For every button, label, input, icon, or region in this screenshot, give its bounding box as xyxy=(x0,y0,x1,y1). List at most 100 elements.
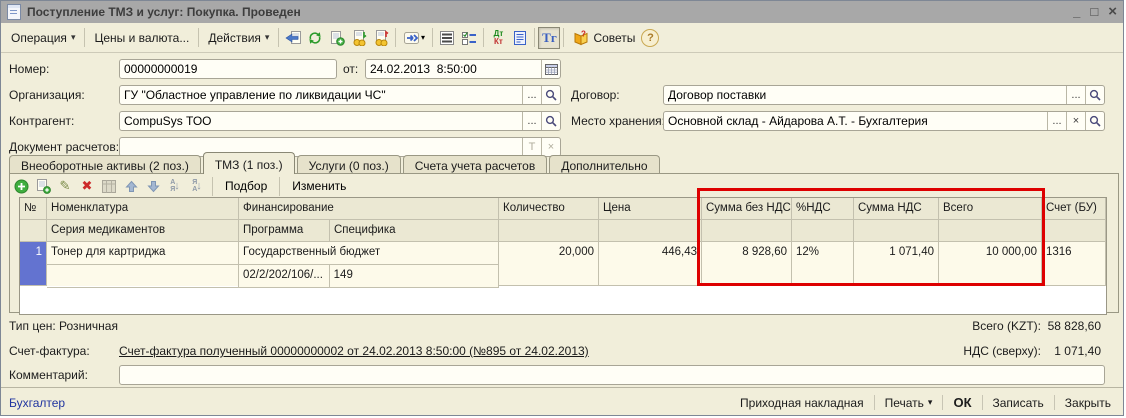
tab-noncurrent-assets[interactable]: Внеоборотные активы (2 поз.) xyxy=(9,155,201,174)
sort-ascending-icon[interactable]: АЯ↓ xyxy=(165,176,185,196)
col-financing[interactable]: Финансирование xyxy=(239,198,499,220)
col-sum-no-vat[interactable]: Сумма без НДС xyxy=(702,198,792,220)
move-up-icon[interactable] xyxy=(121,176,141,196)
vat-sum-cell[interactable]: 1 071,40 xyxy=(854,242,939,286)
reread-doc-icon[interactable] xyxy=(282,27,304,49)
list-settings-icon[interactable] xyxy=(458,27,480,49)
col-nomenclature[interactable]: Номенклатура xyxy=(47,198,239,220)
minimize-button[interactable]: _ xyxy=(1073,3,1080,21)
col-vat-sum[interactable]: Сумма НДС xyxy=(854,198,939,220)
magnifier-icon[interactable] xyxy=(1085,86,1104,104)
prices-currency-button[interactable]: Цены и валюта... xyxy=(88,28,195,48)
delete-row-icon[interactable]: ✖ xyxy=(77,176,97,196)
toolbar-separator xyxy=(563,28,564,47)
specifics-cell[interactable]: 149 xyxy=(330,265,498,287)
comment-input[interactable] xyxy=(120,366,1104,384)
unpost-doc-icon[interactable] xyxy=(370,27,392,49)
choose-button[interactable]: ... xyxy=(522,86,541,104)
close-icon[interactable]: × xyxy=(1108,3,1117,21)
edit-row-icon[interactable]: ✎ xyxy=(55,176,75,196)
tab-services[interactable]: Услуги (0 поз.) xyxy=(297,155,401,174)
col-total[interactable]: Всего xyxy=(939,198,1042,220)
table-empty-area[interactable] xyxy=(20,288,1106,315)
organization-field: ... xyxy=(119,85,561,105)
quantity-cell[interactable]: 20,000 xyxy=(499,242,599,286)
vat-pct-cell[interactable]: 12% xyxy=(792,242,854,286)
end-edit-icon[interactable] xyxy=(99,176,119,196)
col-num[interactable]: № xyxy=(20,198,47,220)
row-number-cell[interactable]: 1 xyxy=(20,242,47,286)
nomenclature-cell[interactable]: Тонер для картриджа xyxy=(47,242,238,264)
toolbar-separator xyxy=(534,28,535,47)
magnifier-icon[interactable] xyxy=(541,86,560,104)
move-down-icon[interactable] xyxy=(143,176,163,196)
date-field xyxy=(365,59,561,79)
magnifier-icon[interactable] xyxy=(541,112,560,130)
statusbar: Бухгалтер Приходная накладная Печать▾ ОК… xyxy=(1,388,1123,417)
comment-field xyxy=(119,365,1105,385)
date-input[interactable] xyxy=(366,60,541,78)
save-button[interactable]: Записать xyxy=(989,393,1048,413)
help-circle-icon[interactable]: ? xyxy=(641,29,659,47)
change-button[interactable]: Изменить xyxy=(285,177,353,195)
add-row-icon[interactable] xyxy=(11,176,31,196)
statusbar-separator xyxy=(982,395,983,410)
contractor-label: Контрагент: xyxy=(9,111,74,131)
maximize-button[interactable]: □ xyxy=(1090,3,1098,21)
close-button[interactable]: Закрыть xyxy=(1061,393,1115,413)
rows-list-icon[interactable] xyxy=(436,27,458,49)
organization-input[interactable] xyxy=(120,86,522,104)
post-doc-icon[interactable] xyxy=(348,27,370,49)
col-price[interactable]: Цена xyxy=(599,198,702,220)
col-program[interactable]: Программа xyxy=(239,220,330,242)
col-account[interactable]: Счет (БУ) xyxy=(1042,198,1106,220)
col-quantity[interactable]: Количество xyxy=(499,198,599,220)
account-cell[interactable]: 1316 xyxy=(1042,242,1106,286)
pick-button[interactable]: Подбор xyxy=(218,177,274,195)
clear-button[interactable]: × xyxy=(1066,112,1085,130)
col-vat-pct[interactable]: %НДС xyxy=(792,198,854,220)
choose-button[interactable]: ... xyxy=(1066,86,1085,104)
magnifier-icon[interactable] xyxy=(1085,112,1104,130)
chevron-down-icon: ▾ xyxy=(71,32,76,43)
col-series[interactable]: Серия медикаментов xyxy=(47,220,239,242)
operation-menu-button[interactable]: Операция ▾ xyxy=(5,28,81,48)
financing-cell[interactable]: Государственный бюджет xyxy=(239,242,498,264)
refresh-icon[interactable] xyxy=(304,27,326,49)
total-cell[interactable]: 10 000,00 xyxy=(939,242,1042,286)
copy-doc-icon[interactable] xyxy=(326,27,348,49)
advice-button[interactable]: ? Советы xyxy=(567,27,641,49)
calendar-icon[interactable] xyxy=(541,60,560,78)
table-row[interactable]: 1 Тонер для картриджа Государственный бю… xyxy=(20,242,1106,288)
document-window: Поступление ТМЗ и услуг: Покупка. Провед… xyxy=(0,0,1124,416)
warehouse-input[interactable] xyxy=(664,112,1047,130)
choose-button[interactable]: ... xyxy=(1047,112,1066,130)
tab-additional[interactable]: Дополнительно xyxy=(549,155,659,174)
actions-menu-button[interactable]: Действия▾ xyxy=(202,28,275,48)
sum-no-vat-cell[interactable]: 8 928,60 xyxy=(702,242,792,286)
number-input[interactable] xyxy=(120,60,336,78)
invoice-link[interactable]: Счет-фактура полученный 00000000002 от 2… xyxy=(119,344,589,358)
copy-row-icon[interactable] xyxy=(33,176,53,196)
sort-descending-icon[interactable]: ЯА↓ xyxy=(187,176,207,196)
contract-input[interactable] xyxy=(664,86,1066,104)
series-cell[interactable] xyxy=(47,264,238,286)
col-specifics[interactable]: Специфика xyxy=(330,220,499,242)
print-button[interactable]: Печать▾ xyxy=(881,393,937,413)
dt-kt-icon[interactable]: ДтКт xyxy=(487,27,509,49)
tab-settlement-accounts[interactable]: Счета учета расчетов xyxy=(403,155,547,174)
ok-button[interactable]: ОК xyxy=(949,392,975,413)
subordination-icon[interactable] xyxy=(509,27,531,49)
operation-label: Операция xyxy=(11,31,67,45)
window-title: Поступление ТМЗ и услуг: Покупка. Провед… xyxy=(27,5,301,19)
choose-button[interactable]: ... xyxy=(522,112,541,130)
program-cell[interactable]: 02/2/202/106/... xyxy=(239,265,330,287)
contractor-input[interactable] xyxy=(120,112,522,130)
tt-highlight-icon[interactable]: Тг xyxy=(538,27,560,49)
price-cell[interactable]: 446,43 xyxy=(599,242,702,286)
toolbar-separator xyxy=(395,28,396,47)
receipt-note-button[interactable]: Приходная накладная xyxy=(736,393,868,413)
tab-tmz[interactable]: ТМЗ (1 поз.) xyxy=(203,152,295,174)
total-kzt-value: 58 828,60 xyxy=(991,319,1101,333)
goto-related-icon[interactable]: ▾ xyxy=(399,27,429,49)
